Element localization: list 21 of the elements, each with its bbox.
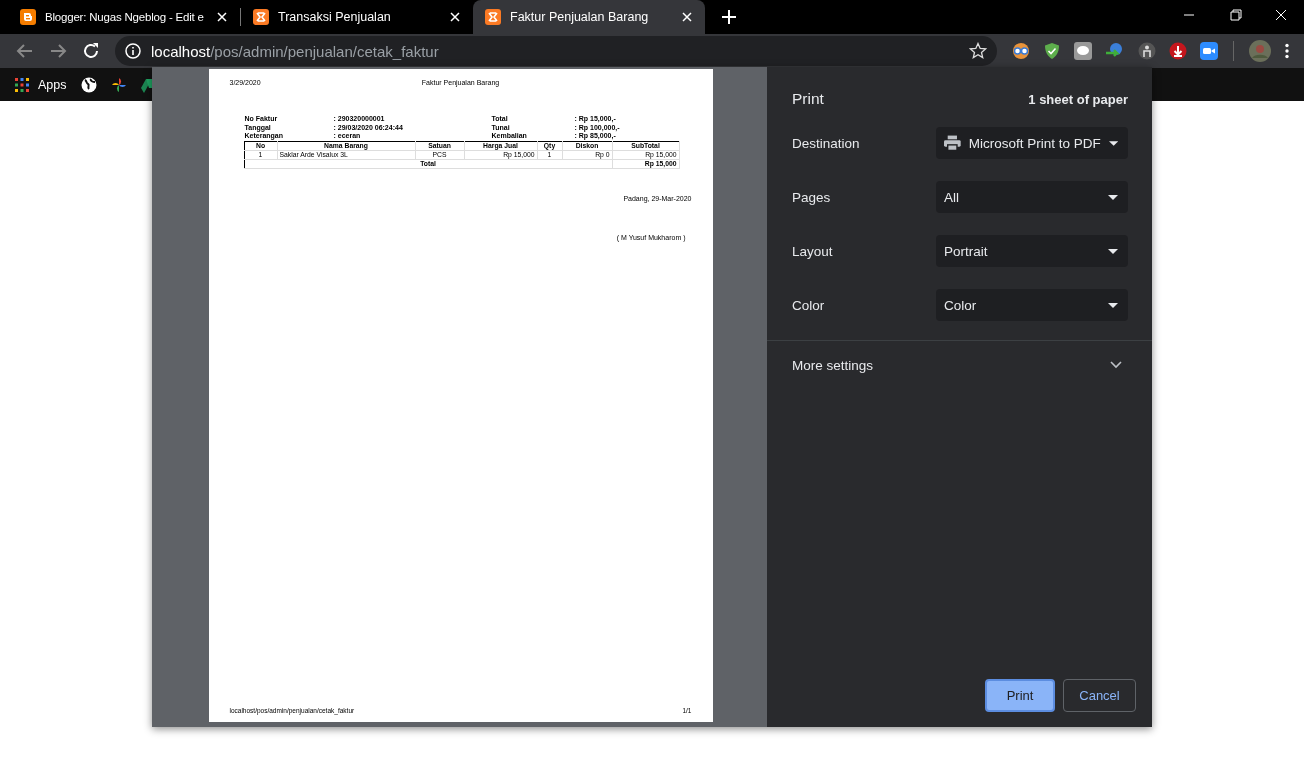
setting-dropdown[interactable]: All	[936, 181, 1128, 213]
setting-dropdown[interactable]: Portrait	[936, 235, 1128, 267]
setting-dropdown[interactable]: Microsoft Print to PDF	[936, 127, 1128, 159]
sheet-count: 1 sheet of paper	[1028, 91, 1128, 107]
dialog-title: Print	[792, 90, 824, 108]
cancel-button[interactable]: Cancel	[1063, 679, 1136, 712]
setting-label: Pages	[792, 189, 831, 205]
browser-tab[interactable]: Faktur Penjualan Barang	[473, 0, 705, 34]
setting-dropdown[interactable]: Color	[936, 289, 1128, 321]
more-settings-toggle[interactable]: More settings	[767, 341, 1152, 389]
apps-bookmark[interactable]: Apps	[15, 77, 67, 92]
setting-label: Layout	[792, 243, 833, 259]
browser-tab[interactable]: Blogger: Nugas Ngeblog - Edit e	[8, 0, 240, 34]
tab-title: Blogger: Nugas Ngeblog - Edit e	[45, 11, 205, 23]
print-button[interactable]: Print	[985, 679, 1055, 712]
address-bar[interactable]: localhost/pos/admin/penjualan/cetak_faktur	[115, 36, 997, 66]
tab-title: Faktur Penjualan Barang	[510, 10, 650, 24]
setting-label: Color	[792, 297, 825, 313]
tab-title: Transaksi Penjualan	[278, 10, 392, 24]
setting-label: Destination	[792, 135, 860, 151]
browser-tab[interactable]: Transaksi Penjualan	[241, 0, 473, 34]
